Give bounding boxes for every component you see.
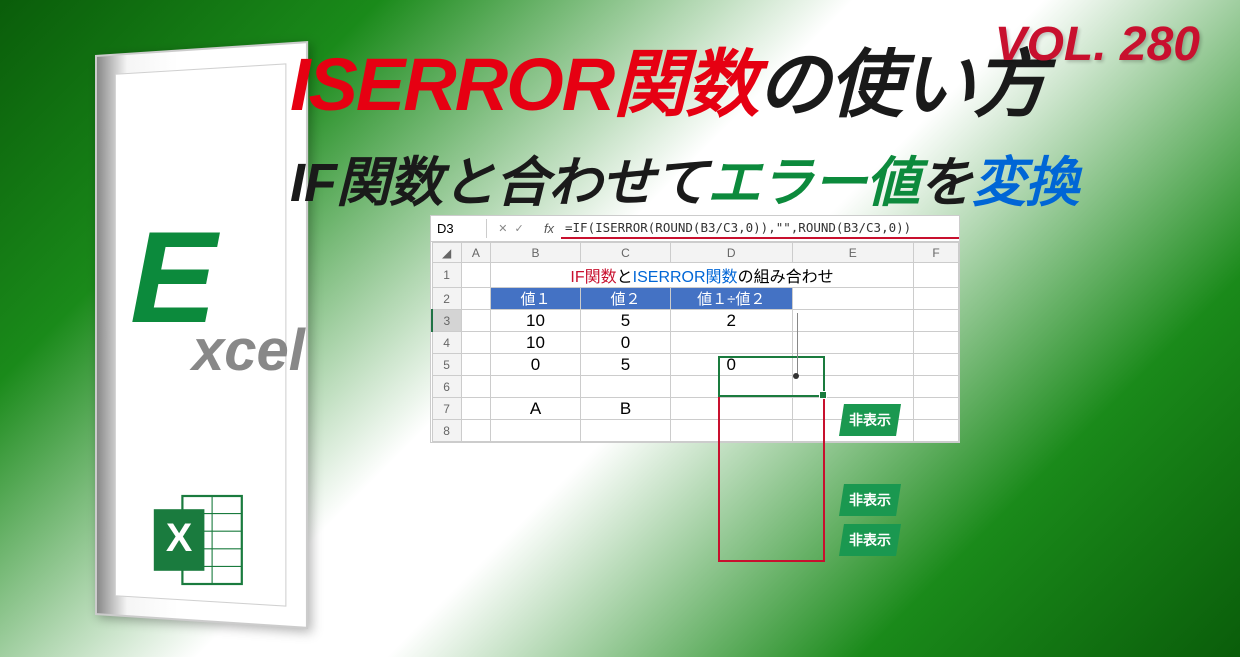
cell[interactable]: 0 [671,354,793,376]
name-box[interactable]: D3 [431,219,487,238]
sub-p3: を [919,153,972,213]
cell[interactable] [792,310,914,332]
cell[interactable] [461,310,490,332]
spreadsheet-preview: D3 ✕ ✓ fx =IF(ISERROR(ROUND(B3/C3,0)),""… [430,215,960,443]
excel-rest: xcel [192,317,305,384]
formula-icons: ✕ ✓ [487,222,537,235]
col-header[interactable]: F [914,243,959,263]
cell[interactable] [914,376,959,398]
cell[interactable] [491,376,581,398]
excel-e: E [130,225,305,329]
fx-label: fx [537,221,561,236]
cell[interactable] [914,332,959,354]
cell[interactable]: 0 [581,332,671,354]
col-header[interactable]: B [491,243,581,263]
cell[interactable] [914,420,959,442]
cell[interactable]: 5 [581,310,671,332]
cell[interactable] [461,398,490,420]
cell[interactable] [792,332,914,354]
cell[interactable]: 10 [491,332,581,354]
cell[interactable] [671,420,793,442]
content-area: VOL. 280 ISERROR関数の使い方 IF関数と合わせてエラー値を変換 [290,25,1205,217]
row-header[interactable]: 7 [432,398,461,420]
excel-text-logo: E xcel [130,225,305,384]
cell[interactable] [792,354,914,376]
cell[interactable] [914,398,959,420]
volume-label: VOL. 280 [995,17,1200,72]
cell[interactable] [671,376,793,398]
cell[interactable] [914,288,959,310]
cell[interactable]: 0 [491,354,581,376]
select-all-corner[interactable]: ◢ [432,243,461,263]
cell[interactable] [914,354,959,376]
cell[interactable] [914,310,959,332]
formula-input[interactable]: =IF(ISERROR(ROUND(B3/C3,0)),"",ROUND(B3/… [561,218,959,239]
data-header[interactable]: 値１÷値２ [671,288,793,310]
hidden-badge: 非表示 [839,484,901,516]
sub-p4: 変換 [972,153,1078,213]
formula-bar: D3 ✕ ✓ fx =IF(ISERROR(ROUND(B3/C3,0)),""… [431,216,959,242]
col-header[interactable]: E [792,243,914,263]
sheet-title-cell[interactable]: IF関数とISERROR関数の組み合わせ [491,263,914,288]
row-header[interactable]: 1 [432,263,461,288]
row-header[interactable]: 4 [432,332,461,354]
cell[interactable] [461,376,490,398]
data-header[interactable]: 値１ [491,288,581,310]
excel-app-icon: X [145,485,255,595]
cell[interactable] [461,420,490,442]
cell[interactable] [792,376,914,398]
cell[interactable] [461,263,490,288]
hidden-badge: 非表示 [839,404,901,436]
cell[interactable] [461,332,490,354]
col-header[interactable]: A [461,243,490,263]
row-header[interactable]: 8 [432,420,461,442]
row-header[interactable]: 5 [432,354,461,376]
title-red: ISERROR関数 [290,43,757,126]
cell[interactable]: 5 [581,354,671,376]
col-header[interactable]: D [671,243,793,263]
cell[interactable] [792,288,914,310]
hidden-badge: 非表示 [839,524,901,556]
row-header[interactable]: 6 [432,376,461,398]
cell[interactable] [491,420,581,442]
cell[interactable] [581,376,671,398]
row-header[interactable]: 3 [432,310,461,332]
cell[interactable]: A [491,398,581,420]
cell[interactable]: 2 [671,310,793,332]
row-header[interactable]: 2 [432,288,461,310]
cell[interactable]: 10 [491,310,581,332]
data-header[interactable]: 値２ [581,288,671,310]
cell[interactable] [461,354,490,376]
cell[interactable] [914,263,959,288]
trace-line [797,313,798,377]
trace-dot [793,373,799,379]
col-header[interactable]: C [581,243,671,263]
cell[interactable] [581,420,671,442]
sub-p1: IF関数と合わせて [290,153,707,213]
cell[interactable] [671,398,793,420]
svg-text:X: X [166,516,193,560]
cell[interactable] [671,332,793,354]
cell[interactable]: B [581,398,671,420]
sub-title: IF関数と合わせてエラー値を変換 [290,138,1205,217]
cell[interactable] [461,288,490,310]
sub-p2: エラー値 [707,153,919,213]
